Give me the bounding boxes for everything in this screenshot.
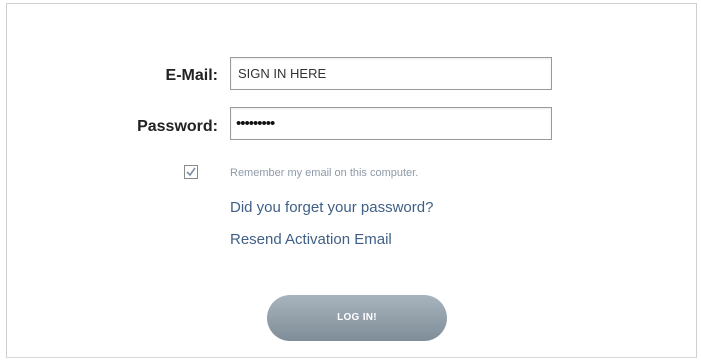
remember-checkbox[interactable] — [184, 165, 198, 179]
password-field[interactable]: ••••••••• — [230, 107, 552, 140]
resend-activation-link[interactable]: Resend Activation Email — [230, 231, 392, 248]
email-label: E-Mail: — [165, 67, 218, 84]
remember-label: Remember my email on this computer. — [230, 167, 419, 179]
password-mask: ••••••••• — [236, 115, 275, 132]
email-value: SIGN IN HERE — [238, 66, 327, 81]
login-button[interactable]: LOG IN! — [267, 295, 447, 341]
password-label: Password: — [137, 118, 218, 135]
checkmark-icon — [186, 167, 196, 177]
email-field[interactable]: SIGN IN HERE — [230, 57, 552, 90]
forgot-password-link[interactable]: Did you forget your password? — [230, 199, 433, 216]
